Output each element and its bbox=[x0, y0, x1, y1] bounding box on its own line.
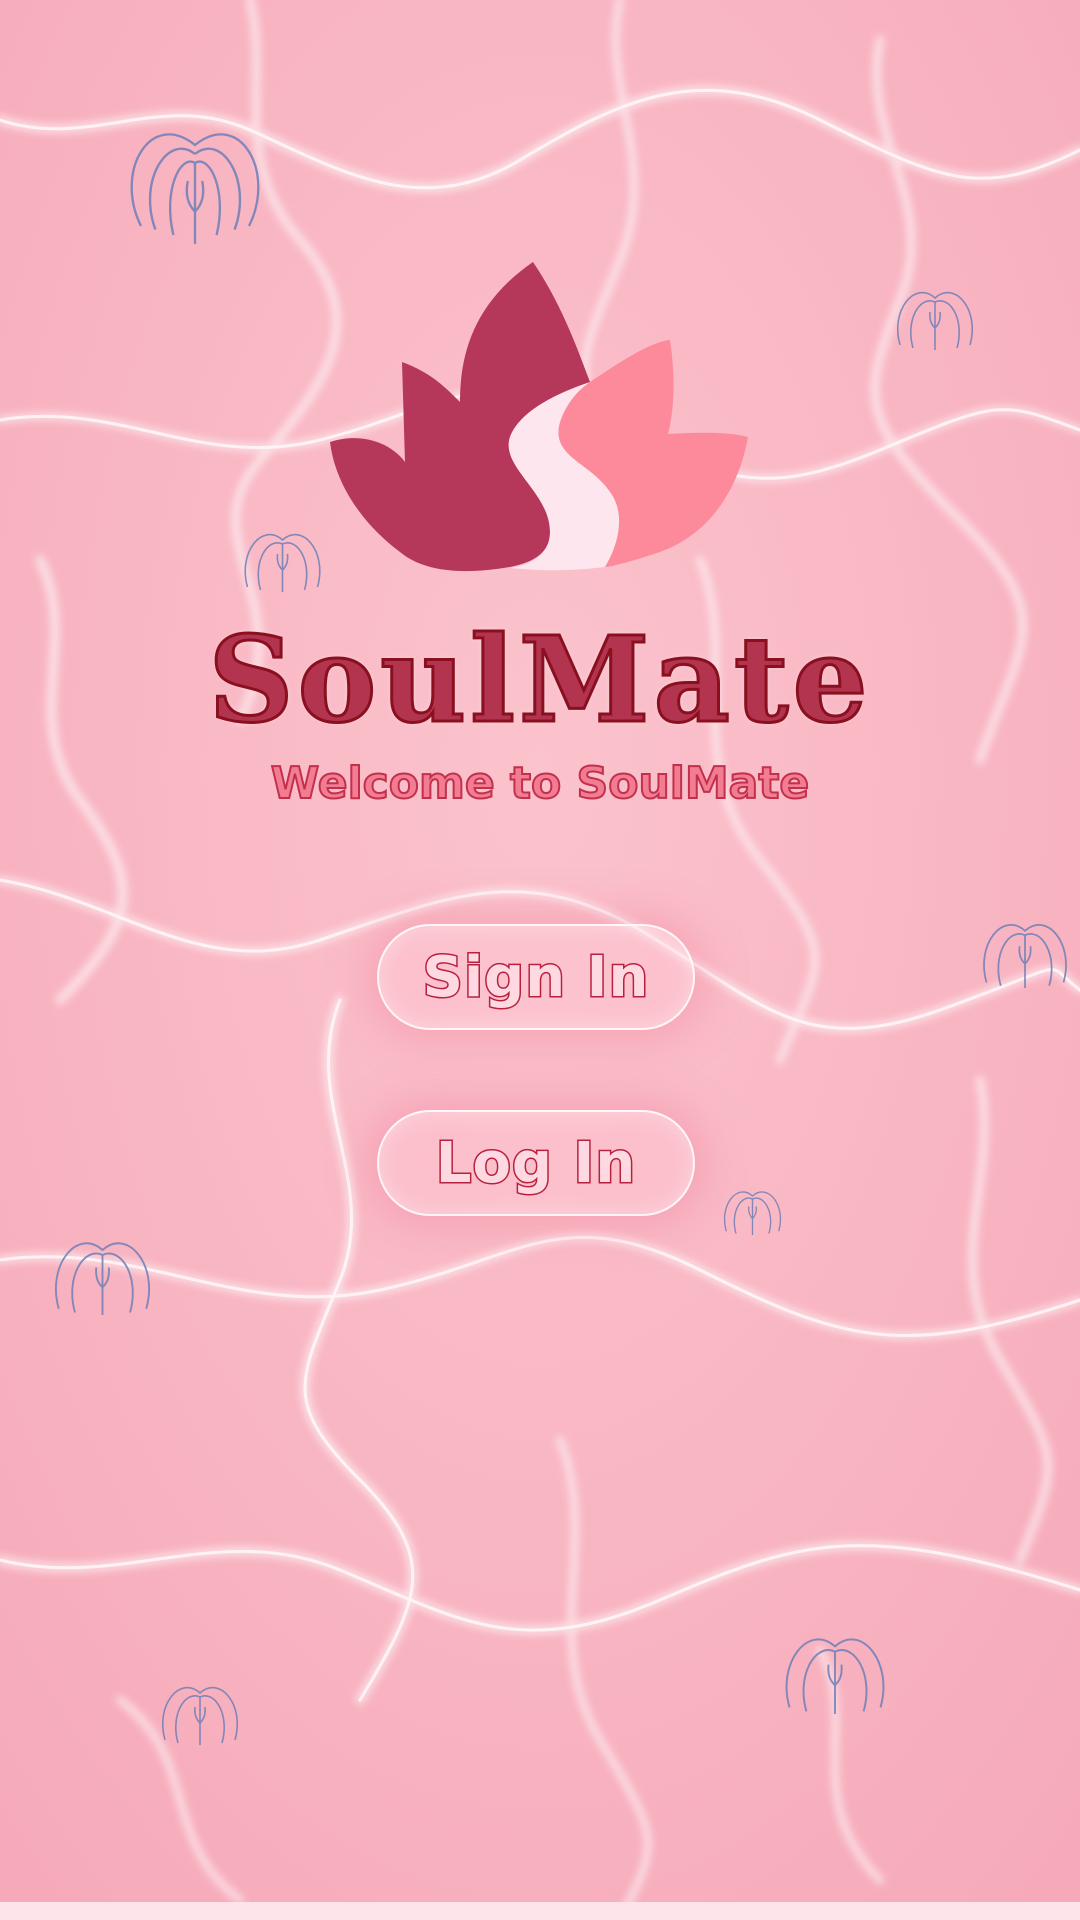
jellyfish-icon bbox=[161, 1686, 239, 1745]
welcome-subtitle: Welcome to SoulMate bbox=[270, 757, 810, 810]
sign-in-button[interactable]: Sign In bbox=[377, 924, 695, 1030]
log-in-button[interactable]: Log In bbox=[377, 1110, 695, 1216]
app-title: SoulMate bbox=[207, 610, 872, 749]
log-in-label: Log In bbox=[434, 1129, 637, 1197]
jellyfish-icon bbox=[130, 133, 260, 244]
welcome-screen: SoulMate Welcome to SoulMate Sign In Log… bbox=[0, 0, 1080, 1920]
sign-in-label: Sign In bbox=[421, 943, 650, 1011]
jellyfish-icon bbox=[724, 1191, 781, 1235]
jellyfish-icon bbox=[785, 1638, 885, 1714]
bottom-edge bbox=[0, 1902, 1080, 1920]
jellyfish-icon bbox=[896, 291, 974, 350]
jellyfish-icon bbox=[983, 924, 1067, 988]
lotus-river-logo bbox=[330, 262, 748, 572]
jellyfish-icon bbox=[54, 1242, 151, 1315]
